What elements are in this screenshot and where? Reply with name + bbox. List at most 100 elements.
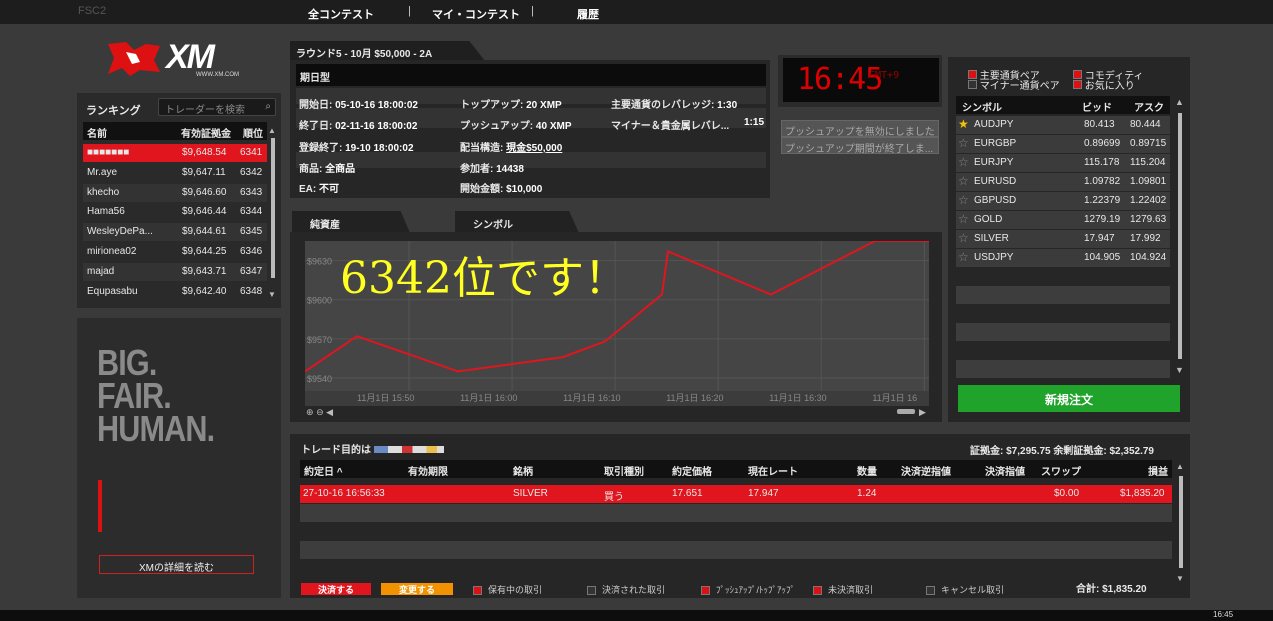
filter-closed-trades[interactable]: 決済された取引 <box>587 583 665 596</box>
favorite-star-icon[interactable]: ☆ <box>958 174 969 188</box>
col-price[interactable]: 約定価格 <box>672 463 712 478</box>
filter-pending-trades[interactable]: 未決済取引 <box>813 583 873 596</box>
col-tp[interactable]: 決済指値 <box>985 463 1025 478</box>
close-position-button[interactable]: 決済する <box>301 583 371 595</box>
symbol-row[interactable]: ☆ EURUSD 1.09782 1.09801 <box>956 173 1170 191</box>
favorite-star-icon[interactable]: ☆ <box>958 231 969 245</box>
taskbar-clock: 16:45 <box>1213 610 1234 619</box>
minor-checkbox[interactable] <box>968 80 977 89</box>
filter-push-top-up[interactable]: ﾌﾟｯｼｭｱｯﾌﾟ/ﾄｯﾌﾟｱｯﾌﾟ <box>701 583 795 596</box>
ranking-row[interactable]: Equpasabu $9,642.40 6348 <box>83 282 267 301</box>
trade-date: 27-10-16 16:56:33 <box>303 488 385 499</box>
scroll-up-icon[interactable]: ▲ <box>1175 97 1184 107</box>
symbol-bid: 1279.19 <box>1084 214 1121 225</box>
ranking-row[interactable]: mirionea02 $9,644.25 6346 <box>83 243 267 261</box>
trader-search-input[interactable]: トレーダーを検索 ⌕ <box>158 98 276 116</box>
tab-equity[interactable]: 純資産 <box>292 211 410 233</box>
symbol-table-header: シンボル ビッド アスク <box>956 96 1170 114</box>
col-qty[interactable]: 数量 <box>857 463 877 478</box>
ranking-scrollbar[interactable]: ▲ ▼ <box>268 126 278 302</box>
favorite-star-icon[interactable]: ☆ <box>958 250 969 264</box>
scroll-thumb[interactable] <box>271 138 275 278</box>
favorite-star-icon[interactable]: ☆ <box>958 136 969 150</box>
scroll-down-icon[interactable]: ▼ <box>1176 574 1184 583</box>
scroll-up-icon[interactable]: ▲ <box>1176 462 1184 471</box>
xm-logo[interactable]: XM WWW.XM.COM <box>106 38 239 82</box>
symbol-row[interactable]: ☆ USDJPY 104.905 104.924 <box>956 249 1170 267</box>
margin-summary: 証拠金: $7,295.75 余剰証拠金: $2,352.79 <box>970 446 1154 457</box>
col-instrument[interactable]: 銘柄 <box>513 463 533 478</box>
symbol-row[interactable]: ☆ EURJPY 115.178 115.204 <box>956 154 1170 172</box>
xm-details-button[interactable]: XMの詳細を読む <box>99 555 254 574</box>
ranking-row[interactable]: majad $9,643.71 6347 <box>83 262 267 281</box>
scroll-left-icon[interactable]: ◀ <box>326 407 333 417</box>
symbol-scrollbar[interactable]: ▲ ▼ <box>1174 97 1186 379</box>
symbol-row[interactable]: ☆ GBPUSD 1.22379 1.22402 <box>956 192 1170 210</box>
col-pl[interactable]: 損益 <box>1148 463 1168 478</box>
col-symbol[interactable]: シンボル <box>962 99 1002 114</box>
symbol-row[interactable]: ☆ GOLD 1279.19 1279.63 <box>956 211 1170 229</box>
scroll-thumb[interactable] <box>1178 113 1182 359</box>
scroll-thumb[interactable] <box>1179 476 1183 568</box>
search-icon[interactable]: ⌕ <box>265 101 271 112</box>
col-swap[interactable]: スワップ <box>1041 463 1081 478</box>
symbol-name: AUDJPY <box>974 119 1014 130</box>
filter-favorites[interactable]: お気に入り <box>1073 77 1135 92</box>
col-name[interactable]: 名前 <box>87 125 107 140</box>
col-expiry[interactable]: 有効期限 <box>408 463 448 478</box>
trade-symbol: SILVER <box>513 488 548 499</box>
col-rank[interactable]: 順位 <box>243 125 263 140</box>
favorite-star-icon[interactable]: ☆ <box>958 212 969 226</box>
ranking-row[interactable]: ■■■■■■■ $9,648.54 6341 <box>83 144 267 162</box>
trade-row[interactable]: 27-10-16 16:56:33 SILVER 買う 17.651 17.94… <box>300 485 1172 503</box>
col-bid[interactable]: ビッド <box>1082 99 1112 114</box>
trade-scrollbar[interactable]: ▲ ▼ <box>1176 462 1186 583</box>
flag-icons <box>373 446 444 453</box>
chart-zoom-controls[interactable]: ⊕ ⊖ ◀ <box>306 407 333 418</box>
scroll-down-icon[interactable]: ▼ <box>1175 365 1184 375</box>
symbol-row[interactable]: ☆ SILVER 17.947 17.992 <box>956 230 1170 248</box>
symbol-bid: 115.178 <box>1084 157 1120 168</box>
new-order-button[interactable]: 新規注文 <box>958 385 1180 412</box>
nav-history[interactable]: 履歴 <box>577 6 599 22</box>
empty-symbol-row <box>956 360 1170 378</box>
col-sl[interactable]: 決済逆指値 <box>901 463 951 478</box>
nav-all-contests[interactable]: 全コンテスト <box>308 6 374 22</box>
ranking-equity: $9,647.11 <box>182 166 226 178</box>
col-ask[interactable]: アスク <box>1134 99 1164 114</box>
taskbar: 16:45 <box>0 610 1273 621</box>
ranking-rank: 6346 <box>240 246 263 257</box>
prize-link[interactable]: 現金$50,000 <box>506 143 562 154</box>
col-current[interactable]: 現在レート <box>748 463 798 478</box>
nav-my-contests[interactable]: マイ・コンテスト <box>432 6 520 22</box>
scroll-down-icon[interactable]: ▼ <box>268 290 276 299</box>
ranking-row[interactable]: Hama56 $9,646.44 6344 <box>83 203 267 222</box>
xm-logo-url: WWW.XM.COM <box>196 72 239 78</box>
col-equity[interactable]: 有効証拠金 <box>181 125 231 140</box>
tab-symbol[interactable]: シンボル <box>455 211 579 233</box>
col-type[interactable]: 取引種別 <box>604 463 644 478</box>
trade-swap: $0.00 <box>1054 488 1080 499</box>
favorites-checkbox[interactable] <box>1073 80 1082 89</box>
zoom-out-icon[interactable]: ⊖ <box>316 407 324 417</box>
zoom-in-icon[interactable]: ⊕ <box>306 407 314 417</box>
chart-range-handle[interactable] <box>897 409 915 414</box>
favorite-star-icon[interactable]: ☆ <box>958 155 969 169</box>
filter-minor[interactable]: マイナー通貨ペア <box>968 77 1060 92</box>
filter-open-trades[interactable]: 保有中の取引 <box>473 583 542 596</box>
col-date[interactable]: 約定日 ^ <box>304 463 343 478</box>
ranking-equity: $9,648.54 <box>182 147 227 158</box>
ranking-row[interactable]: WesleyDePa... $9,644.61 6345 <box>83 223 267 242</box>
scroll-up-icon[interactable]: ▲ <box>268 126 276 135</box>
favorite-star-icon[interactable]: ☆ <box>958 193 969 207</box>
ranking-row[interactable]: Mr.aye $9,647.11 6342 <box>83 163 267 182</box>
scroll-right-icon[interactable]: ▶ <box>919 407 926 418</box>
filter-cancelled-trades[interactable]: キャンセル取引 <box>926 583 1004 596</box>
round-tab[interactable]: ラウンド5 - 10月 $50,000 - 2A <box>290 41 485 61</box>
ea-setting: EA: 不可 <box>299 184 340 195</box>
ranking-row[interactable]: khecho $9,646.60 6343 <box>83 183 267 202</box>
modify-position-button[interactable]: 変更する <box>381 583 453 595</box>
symbol-row[interactable]: ★ AUDJPY 80.413 80.444 <box>956 116 1170 134</box>
symbol-row[interactable]: ☆ EURGBP 0.89699 0.89715 <box>956 135 1170 153</box>
favorite-star-icon[interactable]: ★ <box>958 117 969 131</box>
